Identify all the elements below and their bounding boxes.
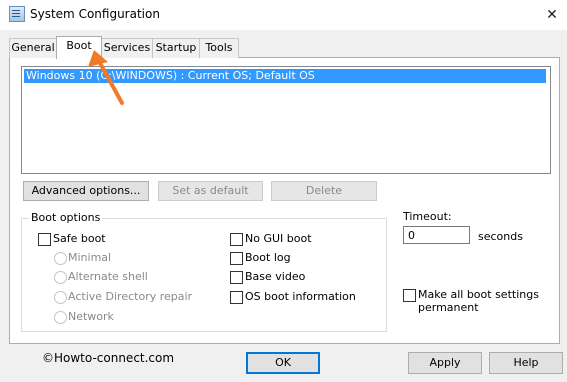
annotation-arrow-icon (88, 50, 124, 105)
